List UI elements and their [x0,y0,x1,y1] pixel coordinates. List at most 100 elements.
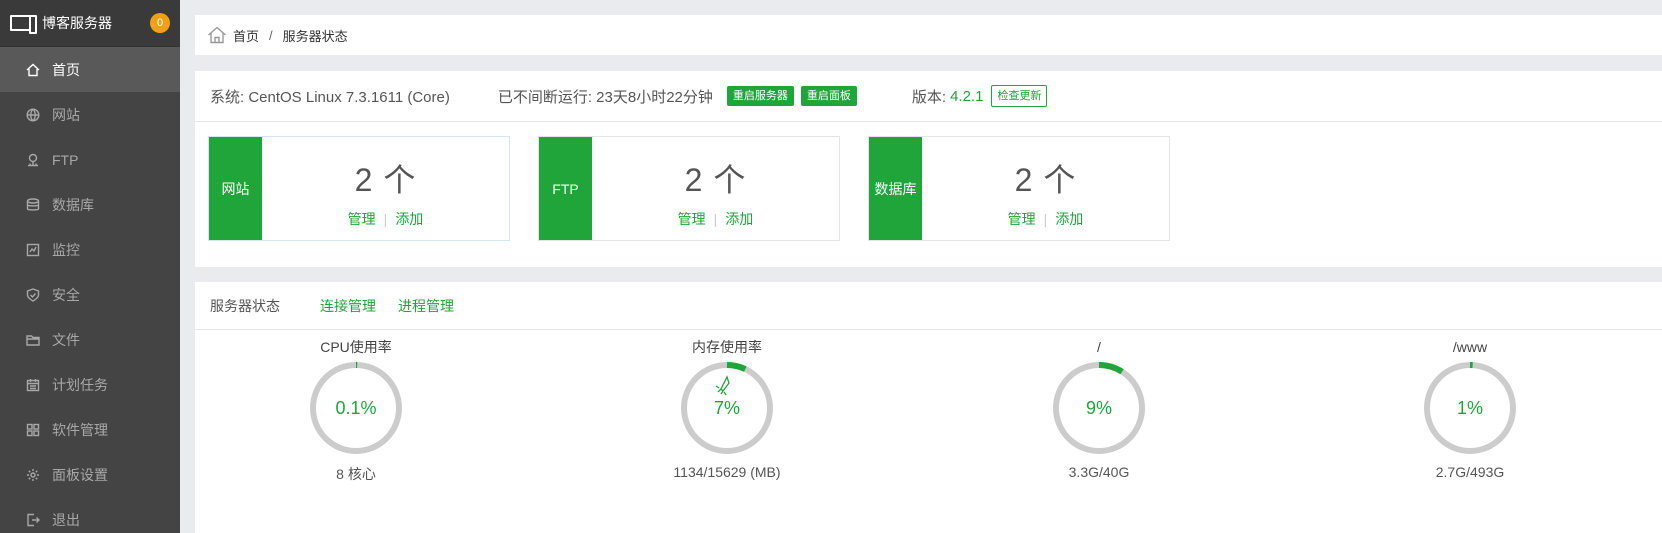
sidebar-item-settings[interactable]: 面板设置 [0,452,180,497]
sidebar-item-software[interactable]: 软件管理 [0,407,180,452]
rocket-icon[interactable] [715,375,730,396]
sidebar-item-database[interactable]: 数据库 [0,182,180,227]
gauge-ring: 0.1% [310,362,402,454]
server-status-card: 服务器状态 连接管理 进程管理 CPU使用率 0.1% 8 核心 内存使用率 7… [195,282,1662,533]
grid-icon [26,423,40,437]
sidebar-item-ftp[interactable]: FTP [0,137,180,182]
gauge-value: 1% [1457,398,1483,418]
sidebar-item-label: 网站 [52,106,80,123]
breadcrumb-current: 服务器状态 [282,28,348,44]
process-manage-link[interactable]: 进程管理 [398,296,454,316]
database-tile: 数据库 2 个 管理 | 添加 [868,136,1170,241]
check-update-button[interactable]: 检查更新 [991,85,1048,107]
gauge-title: CPU使用率 [320,339,392,355]
website-tile: 网站 2 个 管理 | 添加 [208,136,510,241]
gauge-value: 0.1% [335,398,376,418]
version-number: 4.2.1 [950,87,984,105]
breadcrumb-home[interactable]: 首页 [233,26,259,45]
sidebar-item-home[interactable]: 首页 [0,47,180,92]
memory-gauge[interactable]: 内存使用率 7% 1134/15629 (MB) [627,336,827,480]
gauge-detail: 2.7G/493G [1435,464,1505,480]
sidebar: 博客服务器 0 首页 网站 FTP 数据库 监控 安全 文件 计划任务 软件管理… [0,0,180,533]
tile-count: 2 个 [354,162,417,198]
gauge-ring: 9% [1053,362,1145,454]
link-divider: | [1043,211,1048,227]
globe-icon [26,107,40,122]
sidebar-item-label: FTP [52,151,79,168]
gauge-ring: 7% [681,362,773,454]
logout-icon [26,513,40,527]
gauge-title: 内存使用率 [692,339,762,355]
gauge-value: 7% [714,398,740,418]
tile-label: FTP [539,137,592,240]
sidebar-item-label: 软件管理 [52,421,108,438]
root-disk-gauge[interactable]: / 9% 3.3G/40G [999,336,1199,480]
gauge-title: /www [1452,339,1488,355]
notification-badge[interactable]: 0 [150,13,170,33]
brand[interactable]: 博客服务器 0 [0,0,180,47]
tile-label: 网站 [209,137,262,240]
tile-count: 2 个 [1014,162,1077,198]
sidebar-item-monitor[interactable]: 监控 [0,227,180,272]
ftp-tile: FTP 2 个 管理 | 添加 [538,136,840,241]
sidebar-item-label: 退出 [52,511,80,528]
sidebar-item-label: 数据库 [52,196,94,213]
sidebar-item-files[interactable]: 文件 [0,317,180,362]
version-label: 版本: [911,88,947,106]
add-link[interactable]: 添加 [1055,211,1083,227]
uptime-info: 已不间断运行: 23天8小时22分钟 [497,88,713,106]
gauge-detail: 8 核心 [336,466,376,482]
tile-links: 管理 | 添加 [592,209,839,229]
sidebar-item-logout[interactable]: 退出 [0,497,180,533]
sidebar-item-website[interactable]: 网站 [0,92,180,137]
manage-link[interactable]: 管理 [1008,211,1036,227]
gauge-title: / [1097,339,1101,355]
tile-count: 2 个 [684,162,747,198]
tile-links: 管理 | 添加 [262,209,509,229]
sidebar-item-label: 计划任务 [52,376,108,393]
sidebar-item-label: 文件 [52,331,80,348]
breadcrumb: 首页 / 服务器状态 [195,15,1662,55]
calendar-icon [26,378,40,392]
restart-server-button[interactable]: 重启服务器 [726,86,794,106]
cpu-gauge[interactable]: CPU使用率 0.1% 8 核心 [256,336,456,484]
manage-link[interactable]: 管理 [348,211,376,227]
restart-panel-button[interactable]: 重启面板 [800,86,857,106]
folder-icon [26,333,40,347]
system-info: 系统: CentOS Linux 7.3.1611 (Core) [210,88,450,106]
gauge-ring: 1% [1424,362,1516,454]
home-icon[interactable] [207,26,233,44]
database-icon [26,197,40,212]
gear-icon [26,468,40,482]
gauge-detail: 1134/15629 (MB) [673,464,781,480]
ftp-icon [26,153,40,167]
brand-name: 博客服务器 [42,15,112,31]
connection-manage-link[interactable]: 连接管理 [320,296,376,316]
overview-card: 系统: CentOS Linux 7.3.1611 (Core) 已不间断运行:… [195,71,1662,267]
add-link[interactable]: 添加 [395,211,423,227]
link-divider: | [713,211,718,227]
manage-link[interactable]: 管理 [678,211,706,227]
sidebar-item-label: 安全 [52,286,80,303]
breadcrumb-separator: / [269,27,273,43]
sidebar-item-label: 面板设置 [52,466,108,483]
shield-icon [26,287,40,302]
tile-links: 管理 | 添加 [922,209,1169,229]
tile-label: 数据库 [869,137,922,240]
status-header: 服务器状态 连接管理 进程管理 [195,282,1662,330]
sidebar-item-security[interactable]: 安全 [0,272,180,317]
status-title: 服务器状态 [210,297,280,314]
add-link[interactable]: 添加 [725,211,753,227]
main-content: 首页 / 服务器状态 系统: CentOS Linux 7.3.1611 (Co… [195,0,1662,533]
system-info-bar: 系统: CentOS Linux 7.3.1611 (Core) 已不间断运行:… [195,71,1662,122]
link-divider: | [383,211,388,227]
sidebar-item-cron[interactable]: 计划任务 [0,362,180,407]
sidebar-item-label: 监控 [52,241,80,258]
sidebar-item-label: 首页 [52,61,80,78]
monitor-icon [26,243,40,257]
gauge-detail: 3.3G/40G [1068,464,1130,480]
www-disk-gauge[interactable]: /www 1% 2.7G/493G [1370,336,1570,480]
home-icon [26,63,40,77]
gauge-value: 9% [1086,398,1112,418]
server-icon [10,14,37,34]
